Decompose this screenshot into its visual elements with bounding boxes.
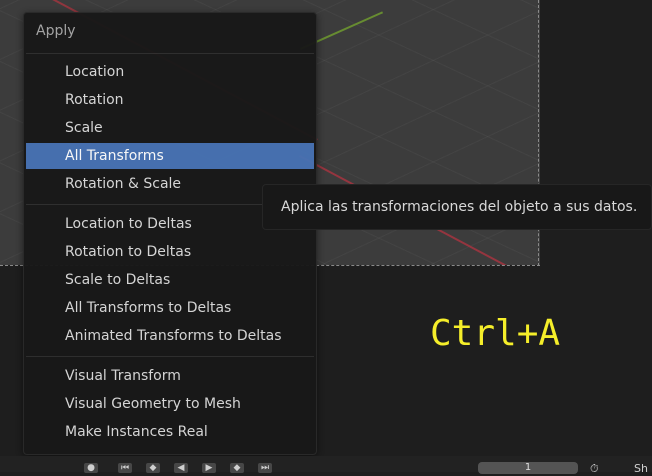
menu-item-label: Visual Transform (65, 368, 181, 384)
menu-separator (26, 53, 314, 54)
menu-item-location[interactable]: Location (26, 59, 314, 85)
menu-item-scale[interactable]: Scale (26, 115, 314, 141)
menu-title: Apply (36, 23, 76, 39)
apply-menu: Apply Location Rotation Scale All Transf… (23, 12, 317, 455)
menu-item-label: Location to Deltas (65, 216, 192, 232)
menu-item-rotation-to-deltas[interactable]: Rotation to Deltas (26, 239, 314, 265)
menu-item-label: Location (65, 64, 125, 80)
menu-item-visual-geometry-to-mesh[interactable]: Visual Geometry to Mesh (26, 391, 314, 417)
menu-item-label: Scale to Deltas (65, 272, 171, 288)
menu-item-label: Rotation to Deltas (65, 244, 192, 260)
menu-item-rotation[interactable]: Rotation (26, 87, 314, 113)
current-frame-field[interactable]: 1 (478, 462, 578, 474)
menu-item-make-instances-real[interactable]: Make Instances Real (26, 419, 314, 445)
tooltip: Aplica las transformaciones del objeto a… (262, 184, 652, 230)
menu-item-label: Rotation & Scale (65, 176, 182, 192)
menu-item-label: Animated Transforms to Deltas (65, 328, 282, 344)
menu-item-label: All Transforms to Deltas (65, 300, 232, 316)
menu-separator (26, 356, 314, 357)
menu-item-label: Scale (65, 120, 103, 136)
tooltip-text: Aplica las transformaciones del objeto a… (281, 199, 638, 215)
menu-item-animated-transforms-to-deltas[interactable]: Animated Transforms to Deltas (26, 323, 314, 349)
menu-item-scale-to-deltas[interactable]: Scale to Deltas (26, 267, 314, 293)
menu-item-label: Rotation (65, 92, 124, 108)
menu-item-label: Make Instances Real (65, 424, 208, 440)
shortcut-overlay: Ctrl+A (430, 313, 561, 354)
stopwatch-icon[interactable]: ⏱ (590, 462, 610, 475)
menu-item-label: Visual Geometry to Mesh (65, 396, 241, 412)
timeline-right-label[interactable]: Sh (634, 462, 648, 475)
menu-item-label: All Transforms (65, 148, 164, 164)
menu-item-all-transforms-to-deltas[interactable]: All Transforms to Deltas (26, 295, 314, 321)
menu-item-all-transforms[interactable]: All Transforms (26, 143, 314, 169)
menu-item-visual-transform[interactable]: Visual Transform (26, 363, 314, 389)
